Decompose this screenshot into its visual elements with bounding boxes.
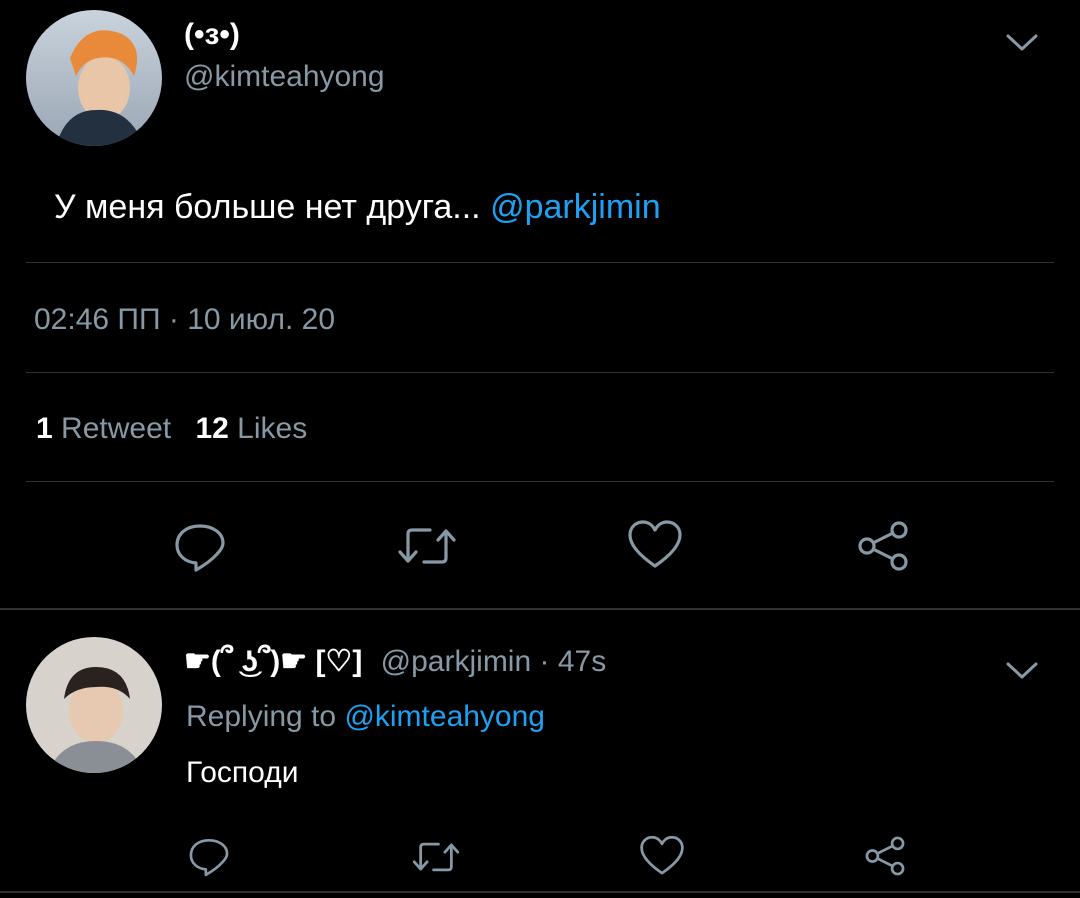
display-name[interactable]: (•з•) — [184, 18, 240, 52]
reply-icon[interactable] — [186, 834, 232, 878]
retweet-stat[interactable]: 1 Retweet — [36, 412, 179, 445]
handle[interactable]: @parkjimin — [381, 645, 531, 678]
share-icon[interactable] — [854, 518, 912, 574]
like-icon[interactable] — [626, 518, 684, 572]
time-separator: · — [539, 645, 550, 678]
retweet-icon[interactable] — [410, 836, 462, 878]
engagement-stats: 1 Retweet 12 Likes — [36, 412, 307, 446]
chevron-down-icon[interactable] — [1004, 30, 1040, 54]
tweet-text: У меня больше нет друга... @parkjimin — [54, 188, 661, 227]
divider — [26, 262, 1054, 263]
replying-handle[interactable]: @kimteahyong — [344, 700, 545, 733]
reply-header: ☛(՞ ͜ʖ՞)☛ [♡] @parkjimin · 47s — [184, 644, 606, 679]
like-count: 12 — [195, 412, 229, 445]
reply-icon[interactable] — [172, 518, 228, 574]
avatar[interactable] — [26, 10, 162, 146]
retweet-label: Retweet — [61, 412, 172, 445]
retweet-count: 1 — [36, 412, 53, 445]
share-icon[interactable] — [862, 834, 908, 878]
tweet-text-body: У меня больше нет друга... — [54, 188, 481, 226]
like-icon[interactable] — [638, 834, 686, 878]
replying-to: Replying to @kimteahyong — [186, 700, 545, 734]
avatar[interactable] — [26, 637, 162, 773]
tweet-age[interactable]: 47s — [558, 645, 606, 678]
retweet-icon[interactable] — [396, 520, 458, 572]
bottom-divider — [0, 891, 1080, 893]
chevron-down-icon[interactable] — [1004, 658, 1040, 682]
like-stat[interactable]: 12 Likes — [195, 412, 307, 445]
timestamp[interactable]: 02:46 ПП · 10 июл. 20 — [34, 303, 335, 337]
replying-label: Replying to — [186, 700, 337, 733]
like-label: Likes — [237, 412, 308, 445]
handle[interactable]: @kimteahyong — [184, 60, 385, 94]
divider — [26, 481, 1054, 482]
tweet-separator — [0, 608, 1080, 610]
divider — [26, 372, 1054, 373]
reply-text: Господи — [186, 756, 299, 789]
display-name[interactable]: ☛(՞ ͜ʖ՞)☛ [♡] — [184, 645, 362, 678]
mention-link[interactable]: @parkjimin — [490, 188, 661, 226]
